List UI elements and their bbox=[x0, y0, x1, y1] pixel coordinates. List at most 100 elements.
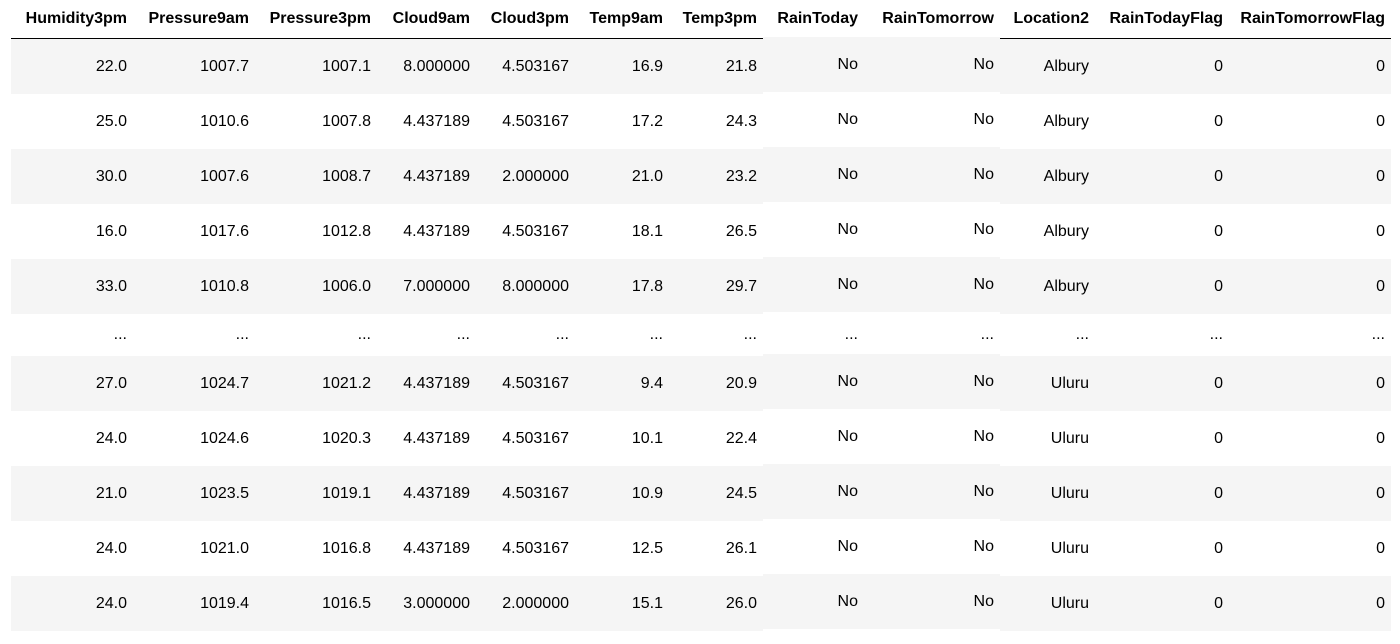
cell-temp9am: 21.0 bbox=[575, 149, 669, 204]
cell-location2: Uluru bbox=[1000, 466, 1095, 521]
column-header-humidity3pm: Humidity3pm bbox=[11, 0, 133, 39]
dataframe-output: Humidity3pm Pressure9am Pressure3pm Clou… bbox=[0, 0, 1400, 644]
cell-pressure9am: 1007.6 bbox=[133, 149, 255, 204]
column-header-temp3pm: Temp3pm bbox=[669, 0, 763, 39]
cell-temp9am: 17.8 bbox=[575, 259, 669, 314]
cell-temp9am: 9.4 bbox=[575, 356, 669, 411]
cell-temp3pm: ... bbox=[669, 314, 763, 356]
ellipsis-row: .................................... bbox=[11, 314, 1391, 356]
cell-raintodayflag: ... bbox=[1095, 314, 1229, 356]
cell-raintodayflag: 0 bbox=[1095, 466, 1229, 521]
table-row: 30.0 1007.6 1008.7 4.437189 2.000000 21.0 23.2… bbox=[11, 147, 1391, 204]
cell-location2: Uluru bbox=[1000, 411, 1095, 466]
cell-temp9am: 16.9 bbox=[575, 38, 669, 94]
cell-humidity3pm: 22.0 bbox=[11, 38, 133, 94]
cell-temp9am: 17.2 bbox=[575, 94, 669, 149]
cell-location2: Uluru bbox=[1000, 521, 1095, 576]
cell-temp9am: 18.1 bbox=[575, 204, 669, 259]
cell-raintomorrowflag: ... bbox=[1229, 314, 1391, 356]
table-row: 24.0 1024.6 1020.3 4.437189 4.503167 10.1 22.4… bbox=[11, 409, 1391, 466]
cell-pressure3pm: ... bbox=[255, 314, 377, 356]
cell-temp3pm: 26.1 bbox=[669, 521, 763, 576]
column-header-cloud9am: Cloud9am bbox=[377, 0, 476, 39]
cell-raintomorrow: No bbox=[864, 257, 1000, 312]
cell-location2: Uluru bbox=[1000, 576, 1095, 631]
cell-cloud3pm: ... bbox=[476, 314, 575, 356]
cell-raintomorrow: No bbox=[864, 464, 1000, 519]
cell-raintoday: No bbox=[763, 409, 864, 464]
cell-raintodayflag: 0 bbox=[1095, 411, 1229, 466]
cell-raintomorrowflag: 0 bbox=[1229, 466, 1391, 521]
cell-raintoday: No bbox=[763, 519, 864, 574]
dataframe-table: Humidity3pm Pressure9am Pressure3pm Clou… bbox=[11, 0, 1391, 631]
cell-location2: Albury bbox=[1000, 94, 1095, 149]
cell-cloud3pm: 4.503167 bbox=[476, 94, 575, 149]
cell-cloud3pm: 4.503167 bbox=[476, 204, 575, 259]
cell-raintomorrow: No bbox=[864, 92, 1000, 147]
cell-temp3pm: 21.8 bbox=[669, 38, 763, 94]
cell-cloud9am: 7.000000 bbox=[377, 259, 476, 314]
cell-humidity3pm: 24.0 bbox=[11, 521, 133, 576]
cell-raintomorrow: No bbox=[864, 354, 1000, 409]
cell-location2: Albury bbox=[1000, 149, 1095, 204]
cell-raintodayflag: 0 bbox=[1095, 38, 1229, 94]
cell-raintomorrowflag: 0 bbox=[1229, 38, 1391, 94]
cell-raintodayflag: 0 bbox=[1095, 149, 1229, 204]
cell-cloud3pm: 4.503167 bbox=[476, 356, 575, 411]
cell-raintomorrowflag: 0 bbox=[1229, 149, 1391, 204]
cell-humidity3pm: 16.0 bbox=[11, 204, 133, 259]
cell-raintomorrowflag: 0 bbox=[1229, 356, 1391, 411]
column-header-location2: Location2 bbox=[1000, 0, 1095, 39]
table-row: 16.0 1017.6 1012.8 4.437189 4.503167 18.1 26.5… bbox=[11, 202, 1391, 259]
cell-humidity3pm: 27.0 bbox=[11, 356, 133, 411]
cell-pressure3pm: 1021.2 bbox=[255, 356, 377, 411]
cell-temp3pm: 29.7 bbox=[669, 259, 763, 314]
table-row: 21.0 1023.5 1019.1 4.437189 4.503167 10.9 24.5… bbox=[11, 464, 1391, 521]
table-row: 27.0 1024.7 1021.2 4.437189 4.503167 9.4 20.9 N… bbox=[11, 354, 1391, 411]
table-row: 33.0 1010.8 1006.0 7.000000 8.000000 17.8 29.7… bbox=[11, 257, 1391, 314]
cell-pressure3pm: 1007.8 bbox=[255, 94, 377, 149]
cell-raintomorrow: No bbox=[864, 519, 1000, 574]
cell-pressure3pm: 1006.0 bbox=[255, 259, 377, 314]
cell-humidity3pm: 30.0 bbox=[11, 149, 133, 204]
cell-humidity3pm: 24.0 bbox=[11, 576, 133, 631]
column-header-pressure9am: Pressure9am bbox=[133, 0, 255, 39]
cell-raintoday: No bbox=[763, 257, 864, 312]
cell-cloud3pm: 4.503167 bbox=[476, 38, 575, 94]
cell-pressure9am: 1010.6 bbox=[133, 94, 255, 149]
cell-raintoday: No bbox=[763, 92, 864, 147]
table-body: 22.0 1007.7 1007.1 8.000000 4.503167 16.9 21.8… bbox=[11, 36, 1391, 631]
cell-cloud3pm: 4.503167 bbox=[476, 521, 575, 576]
table-row: 24.0 1021.0 1016.8 4.437189 4.503167 12.5 26.1… bbox=[11, 519, 1391, 576]
cell-raintodayflag: 0 bbox=[1095, 521, 1229, 576]
cell-raintoday: No bbox=[763, 36, 864, 92]
cell-raintoday: No bbox=[763, 147, 864, 202]
cell-raintoday: No bbox=[763, 354, 864, 409]
cell-cloud9am: 4.437189 bbox=[377, 356, 476, 411]
cell-humidity3pm: 33.0 bbox=[11, 259, 133, 314]
cell-raintomorrow: No bbox=[864, 36, 1000, 92]
cell-raintomorrowflag: 0 bbox=[1229, 411, 1391, 466]
cell-cloud9am: 4.437189 bbox=[377, 204, 476, 259]
cell-humidity3pm: 25.0 bbox=[11, 94, 133, 149]
cell-raintodayflag: 0 bbox=[1095, 204, 1229, 259]
cell-cloud3pm: 4.503167 bbox=[476, 411, 575, 466]
cell-raintomorrowflag: 0 bbox=[1229, 521, 1391, 576]
column-header-raintodayflag: RainTodayFlag bbox=[1095, 0, 1229, 39]
cell-pressure9am: ... bbox=[133, 314, 255, 356]
cell-pressure3pm: 1019.1 bbox=[255, 466, 377, 521]
cell-temp9am: 15.1 bbox=[575, 576, 669, 631]
cell-temp9am: 12.5 bbox=[575, 521, 669, 576]
cell-raintoday: ... bbox=[763, 314, 864, 356]
column-header-raintoday: RainToday bbox=[763, 0, 864, 39]
cell-pressure9am: 1024.6 bbox=[133, 411, 255, 466]
cell-raintomorrowflag: 0 bbox=[1229, 204, 1391, 259]
cell-temp3pm: 26.0 bbox=[669, 576, 763, 631]
column-header-pressure3pm: Pressure3pm bbox=[255, 0, 377, 39]
header-row: Humidity3pm Pressure9am Pressure3pm Clou… bbox=[11, 0, 1391, 39]
cell-pressure9am: 1021.0 bbox=[133, 521, 255, 576]
cell-cloud3pm: 2.000000 bbox=[476, 149, 575, 204]
cell-raintodayflag: 0 bbox=[1095, 576, 1229, 631]
cell-raintodayflag: 0 bbox=[1095, 356, 1229, 411]
cell-cloud9am: 4.437189 bbox=[377, 149, 476, 204]
